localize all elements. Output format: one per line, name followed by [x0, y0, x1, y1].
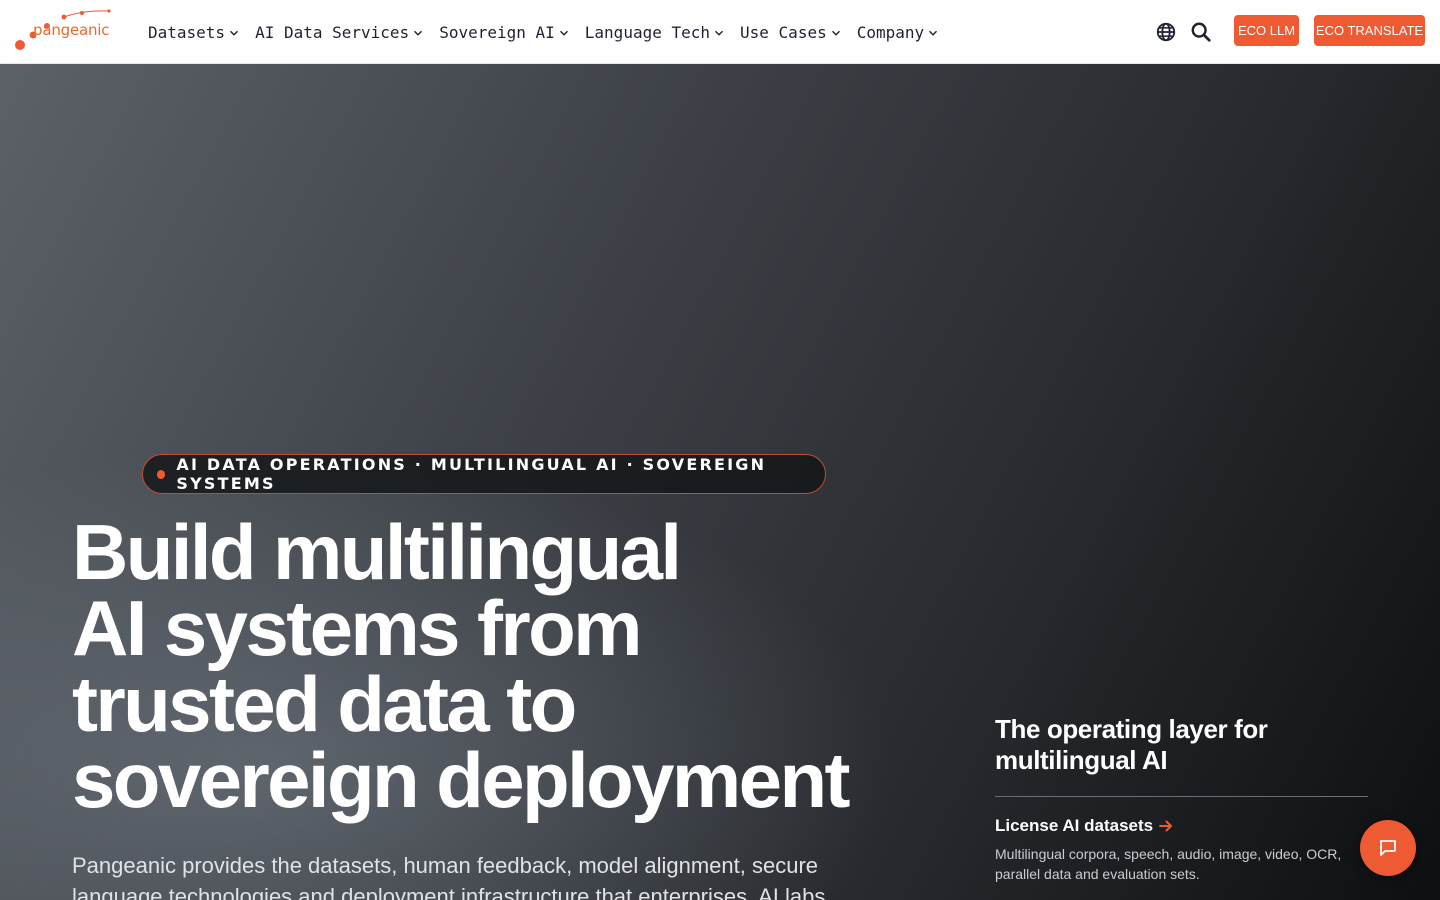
nav-ai-data-services[interactable]: AI Data Services: [255, 0, 423, 64]
chevron-down-icon: [414, 30, 423, 36]
license-datasets-link[interactable]: License AI datasets: [995, 816, 1368, 836]
nav-label: Datasets: [148, 22, 226, 42]
brand-name: pangeanic: [33, 21, 110, 39]
hero-section: AI DATA OPERATIONS · MULTILINGUAL AI · S…: [0, 64, 1440, 900]
main-nav: Datasets AI Data Services Sovereign AI L…: [148, 0, 954, 64]
hero-subcopy: Pangeanic provides the datasets, human f…: [72, 853, 826, 900]
status-dot-icon: [157, 469, 166, 479]
nav-company[interactable]: Company: [857, 0, 938, 64]
headline-line: trusted data to: [72, 660, 577, 748]
chevron-down-icon: [559, 30, 568, 36]
headline-line: AI systems from: [72, 584, 643, 672]
chevron-down-icon: [715, 30, 724, 36]
nav-label: Company: [856, 22, 925, 42]
eco-translate-button[interactable]: ECO TRANSLATE: [1314, 15, 1425, 46]
nav-label: Language Tech: [584, 22, 711, 42]
nav-language-tech[interactable]: Language Tech: [585, 0, 724, 64]
arrow-right-icon: [1159, 820, 1173, 832]
link-description: Multilingual corpora, speech, audio, ima…: [995, 846, 1342, 882]
operating-layer-panel: The operating layer for multilingual AI …: [995, 714, 1368, 884]
hero-headline: Build multilingual AI systems from trust…: [72, 508, 922, 824]
eco-llm-button[interactable]: ECO LLM: [1234, 15, 1299, 46]
nav-label: AI Data Services: [255, 22, 410, 42]
chat-icon: [1380, 840, 1396, 856]
hero-eyebrow-badge: AI DATA OPERATIONS · MULTILINGUAL AI · S…: [142, 454, 826, 494]
chat-launcher-button[interactable]: [1360, 820, 1416, 876]
headline-line: sovereign deployment: [72, 736, 850, 824]
panel-title: The operating layer for multilingual AI: [995, 714, 1268, 775]
nav-label: Use Cases: [740, 22, 827, 42]
chevron-down-icon: [929, 30, 938, 36]
nav-datasets[interactable]: Datasets: [148, 0, 239, 64]
link-label: License AI datasets: [995, 816, 1154, 835]
nav-use-cases[interactable]: Use Cases: [740, 0, 841, 64]
nav-label: Sovereign AI: [439, 22, 555, 42]
chevron-down-icon: [230, 30, 239, 36]
nav-sovereign-ai[interactable]: Sovereign AI: [439, 0, 569, 64]
site-header: pangeanic Datasets AI Data Services Sove…: [0, 0, 1440, 64]
divider: [995, 796, 1368, 797]
globe-icon[interactable]: [1155, 21, 1177, 43]
eyebrow-text: AI DATA OPERATIONS · MULTILINGUAL AI · S…: [176, 455, 767, 493]
chevron-down-icon: [831, 30, 840, 36]
headline-line: Build multilingual: [72, 508, 682, 596]
search-icon[interactable]: [1190, 21, 1212, 43]
